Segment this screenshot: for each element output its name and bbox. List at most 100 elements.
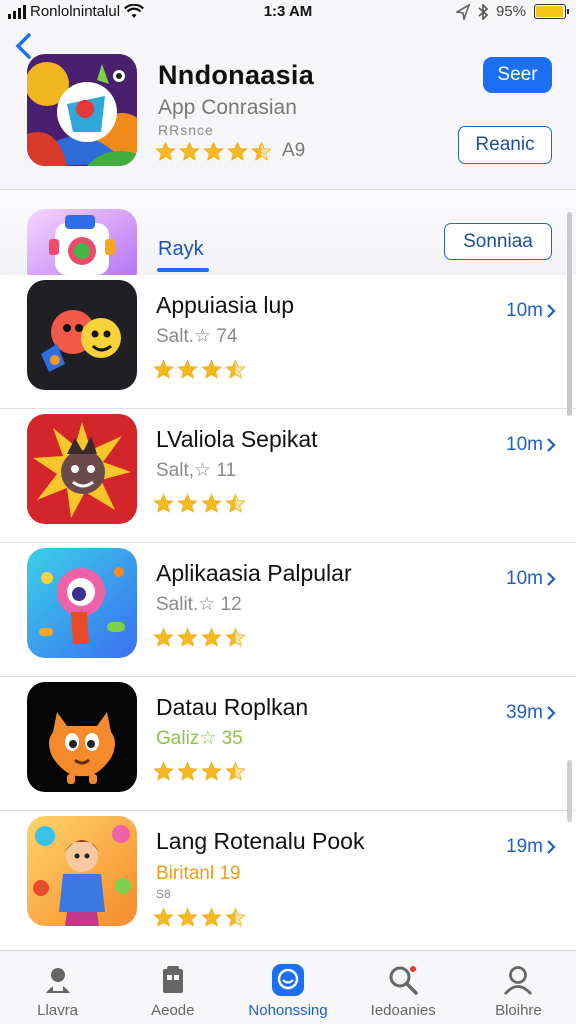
featured-app-icon[interactable]	[27, 54, 137, 166]
chevron-right-icon	[547, 706, 556, 720]
list-item[interactable]: Datau Roplkan Galiz☆ 35 39m	[0, 677, 576, 811]
tab-bar: Llavra Aeode Nohonssing Iedoanies Bloihr…	[0, 950, 576, 1024]
star-icon	[177, 761, 198, 781]
star-icon	[177, 359, 198, 379]
secondary-action-button[interactable]: Reanic	[458, 126, 552, 164]
category-strip: Rayk Sonniaa	[0, 191, 576, 289]
page-title: Nndonaasia	[158, 60, 315, 90]
star-icon	[179, 140, 200, 161]
star-icon	[177, 627, 198, 647]
star-icon	[201, 359, 222, 379]
list-item[interactable]: Lang Rotenalu Pook Biritanl 19 S8 19m	[0, 811, 576, 945]
battery-icon	[534, 4, 569, 19]
battery-percent: 95%	[495, 3, 526, 20]
app-size[interactable]: 19m	[506, 836, 556, 858]
app-category-extra: S8	[156, 887, 171, 901]
store-icon	[162, 966, 183, 993]
size-label: 19m	[506, 836, 543, 857]
scrollbar[interactable]	[567, 212, 572, 416]
star-icon	[153, 493, 174, 513]
app-icon[interactable]	[27, 816, 137, 926]
chevron-right-icon	[547, 438, 556, 452]
star-icon	[225, 907, 246, 927]
header-rating: A9	[155, 140, 305, 162]
size-label: 39m	[506, 702, 543, 723]
rating-stars	[153, 359, 246, 380]
app-size[interactable]: 10m	[506, 300, 556, 322]
star-icon	[153, 359, 174, 379]
status-right: 95%	[455, 3, 569, 20]
rating-stars	[153, 907, 246, 928]
star-icon	[203, 140, 224, 161]
chevron-right-icon	[547, 304, 556, 318]
chevron-right-icon	[547, 840, 556, 854]
app-size[interactable]: 10m	[506, 434, 556, 456]
tab-iedoanies[interactable]: Iedoanies	[346, 951, 461, 1024]
tab-label: Llavra	[37, 1002, 79, 1019]
star-icon	[153, 627, 174, 647]
rating-stars	[153, 627, 246, 648]
star-icon	[227, 140, 248, 161]
app-subtitle: App Conrasian	[158, 96, 297, 119]
size-label: 10m	[506, 434, 543, 455]
list-item[interactable]: Appuiasia lup Salt.☆ 74 10m	[0, 275, 576, 409]
app-icon[interactable]	[27, 682, 137, 792]
star-icon	[177, 493, 198, 513]
star-icon	[225, 761, 246, 781]
star-icon	[153, 907, 174, 927]
sort-button[interactable]: Sonniaa	[444, 223, 552, 260]
person-badge-icon	[45, 968, 70, 993]
apps-icon	[272, 964, 304, 996]
app-header: Nndonaasia App Conrasian RRsnce A9 Seer …	[0, 26, 576, 190]
tab-label: Aeode	[151, 1002, 195, 1019]
rating-stars	[153, 761, 246, 782]
app-icon[interactable]	[27, 280, 137, 390]
size-label: 10m	[506, 300, 543, 321]
app-list: Appuiasia lup Salt.☆ 74 10m LValiola Sep…	[0, 275, 576, 950]
list-item[interactable]: LValiola Sepikat Salt,☆ 11 10m	[0, 409, 576, 543]
scrollbar-lower[interactable]	[567, 760, 572, 822]
star-icon	[225, 493, 246, 513]
star-icon	[155, 140, 176, 161]
app-icon[interactable]	[27, 414, 137, 524]
app-size[interactable]: 39m	[506, 702, 556, 724]
app-category: Biritanl 19	[156, 863, 241, 884]
tab-nohonssing[interactable]: Nohonssing	[230, 951, 345, 1024]
rating-count: A9	[282, 140, 306, 161]
search-icon	[389, 966, 418, 995]
star-icon	[251, 140, 272, 161]
list-item[interactable]: Aplikaasia Palpular Salit.☆ 12 10m	[0, 543, 576, 677]
star-icon	[153, 761, 174, 781]
app-meta: RRsnce	[158, 122, 214, 138]
rating-stars	[155, 140, 272, 162]
star-icon	[201, 493, 222, 513]
app-name: LValiola Sepikat	[156, 426, 318, 452]
star-icon	[177, 907, 198, 927]
app-category: Galiz☆ 35	[156, 728, 243, 749]
star-icon	[201, 761, 222, 781]
star-icon	[201, 627, 222, 647]
app-icon[interactable]	[27, 548, 137, 658]
app-size[interactable]: 10m	[506, 568, 556, 590]
bluetooth-icon	[478, 3, 488, 20]
size-label: 10m	[506, 568, 543, 589]
star-icon	[201, 907, 222, 927]
tab-label: Bloihre	[495, 1002, 542, 1019]
selected-indicator	[157, 268, 209, 272]
status-bar: Ronlolnintalul 1:3 AM 95%	[0, 0, 576, 26]
tab-label: Nohonssing	[248, 1002, 328, 1019]
primary-action-button[interactable]: Seer	[483, 57, 552, 93]
app-category: Salt,☆ 11	[156, 460, 237, 481]
rating-stars	[153, 493, 246, 514]
tab-llavra[interactable]: Llavra	[0, 951, 115, 1024]
star-icon	[225, 627, 246, 647]
tab-label: Iedoanies	[370, 1002, 436, 1019]
app-name: Lang Rotenalu Pook	[156, 828, 365, 854]
profile-icon	[504, 966, 533, 995]
back-chevron-icon[interactable]	[12, 32, 36, 60]
tab-aeode[interactable]: Aeode	[115, 951, 230, 1024]
chevron-right-icon	[547, 572, 556, 586]
tab-rayk[interactable]: Rayk	[158, 238, 204, 261]
app-name: Aplikaasia Palpular	[156, 560, 352, 586]
tab-bloihre[interactable]: Bloihre	[461, 951, 576, 1024]
